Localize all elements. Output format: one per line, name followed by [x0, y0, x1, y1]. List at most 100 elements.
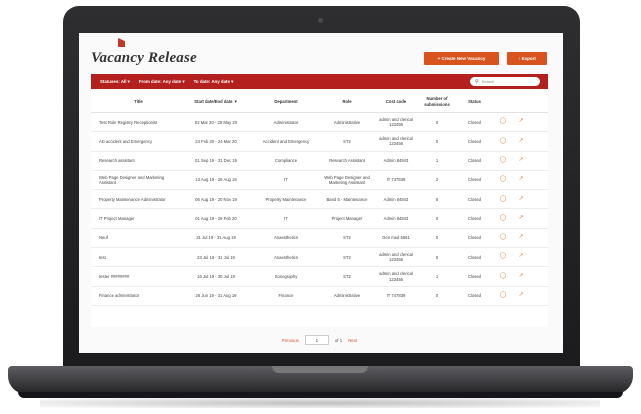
search-input[interactable]: ⚲ Search	[470, 77, 540, 86]
external-link-icon[interactable]: ↗	[512, 273, 530, 281]
header-title[interactable]: Title	[91, 99, 181, 104]
table-header: Title Start date/End date ▼ Department R…	[91, 91, 548, 113]
cell-department: Anaesthetics	[274, 254, 298, 260]
external-link-icon[interactable]: ↗	[512, 292, 530, 300]
cell-dates: 02 Mar 20 - 29 May 20	[194, 119, 238, 125]
cell-role: Administrative	[333, 119, 361, 125]
cell-cost-code: admin and clerical 123456	[379, 271, 413, 282]
laptop-notch	[272, 366, 368, 373]
pagination: Previous 1 of 1 Next	[91, 333, 548, 347]
filter-bar: Statuses: All ▾ From date: Any date ▾ To…	[91, 74, 548, 89]
table-row[interactable]: test 23 Jul 19 - 31 Jul 19 Anaesthetics …	[91, 248, 548, 268]
header-department[interactable]: Department	[251, 99, 321, 104]
cell-title: Research assistant	[99, 158, 135, 164]
cell-dates: 26 Jun 19 - 31 Aug 19	[195, 293, 237, 299]
cell-title: test	[99, 254, 106, 260]
cell-status: Closed	[467, 138, 482, 144]
header-dates[interactable]: Start date/End date ▼	[181, 99, 251, 104]
cell-dates: 06 Aug 19 - 20 Nov 19	[195, 196, 237, 202]
header-status[interactable]: Status	[455, 99, 494, 104]
vacancy-table: Title Start date/End date ▼ Department R…	[91, 91, 548, 327]
cell-cost-code: admin and clerical 123456	[379, 251, 413, 263]
create-vacancy-button[interactable]: + Create New Vacancy	[424, 52, 499, 65]
cell-department: Compliance	[274, 158, 298, 164]
cell-role: ST2	[343, 273, 351, 279]
cell-dates: 31 Jul 19 - 31 Aug 19	[196, 235, 236, 241]
table-row[interactable]: tester ######## 16 Jul 19 - 30 Jul 19 So…	[91, 267, 548, 287]
cell-title: IT Project Manager	[99, 216, 135, 221]
external-link-icon[interactable]: ↗	[512, 176, 530, 184]
cell-submissions: 0	[435, 293, 439, 299]
cell-title: Neuf	[99, 235, 108, 241]
cell-dates: 16 Jul 19 - 30 Jul 19	[197, 273, 235, 279]
external-link-icon[interactable]: ↗	[512, 157, 530, 165]
chat-bubble-icon[interactable]: ◯	[494, 118, 512, 126]
cell-cost-code: Admin 84843	[383, 216, 409, 221]
cell-submissions: 0	[435, 254, 439, 260]
cell-submissions: 1	[435, 158, 439, 164]
cell-submissions: 1	[435, 273, 439, 279]
chat-bubble-icon[interactable]: ◯	[494, 176, 512, 184]
external-link-icon[interactable]: ↗	[512, 138, 530, 146]
table-row[interactable]: Test Role Registry Receptionist 02 Mar 2…	[91, 113, 548, 133]
cell-title: Web Page Designer and Marketing Assistan…	[99, 174, 165, 186]
table-row[interactable]: AD accident and Emergency 24 Feb 20 - 24…	[91, 132, 548, 152]
to-date-filter[interactable]: To date: Any date ▾	[194, 79, 234, 85]
page-count: of 1	[334, 337, 343, 343]
header-role[interactable]: Role	[321, 99, 373, 104]
external-link-icon[interactable]: ↗	[512, 196, 530, 204]
page-number-input[interactable]: 1	[304, 335, 329, 345]
cell-role: ST2	[343, 254, 351, 260]
chat-bubble-icon[interactable]: ◯	[494, 292, 512, 300]
chat-bubble-icon[interactable]: ◯	[494, 234, 512, 242]
cell-department: Anaesthetics	[274, 235, 298, 241]
chat-bubble-icon[interactable]: ◯	[494, 196, 512, 204]
previous-page-link[interactable]: Previous	[282, 338, 299, 343]
cell-role: Project Manager	[331, 216, 363, 221]
cell-cost-code: Admin 84843	[383, 196, 409, 202]
cell-department: Finance	[278, 293, 294, 299]
next-page-link[interactable]: Next	[348, 338, 357, 343]
cell-status: Closed	[467, 119, 482, 125]
laptop-base-edge	[18, 392, 623, 398]
cell-role: ST2	[343, 138, 351, 144]
external-link-icon[interactable]: ↗	[512, 215, 530, 223]
chat-bubble-icon[interactable]: ◯	[494, 157, 512, 165]
cell-cost-code: IT 747839	[386, 177, 406, 183]
cell-status: Closed	[467, 196, 482, 202]
cell-cost-code: admin and clerical 123456	[379, 136, 413, 147]
table-row[interactable]: Neuf 31 Jul 19 - 31 Aug 19 Anaesthetics …	[91, 229, 548, 249]
export-button[interactable]: ↑ Export	[507, 52, 547, 65]
cell-title: Finance administrator	[99, 293, 140, 299]
search-placeholder: Search	[481, 79, 495, 84]
table-row[interactable]: Finance administrator 26 Jun 19 - 31 Aug…	[91, 287, 548, 306]
cell-status: Closed	[467, 158, 482, 164]
chat-bubble-icon[interactable]: ◯	[494, 273, 512, 281]
header-submissions[interactable]: Number of submissions	[419, 96, 455, 107]
cell-status: Closed	[467, 177, 482, 183]
cell-cost-code: IT 747839	[386, 293, 406, 299]
external-link-icon[interactable]: ↗	[512, 118, 530, 126]
chat-bubble-icon[interactable]: ◯	[494, 215, 512, 223]
external-link-icon[interactable]: ↗	[512, 253, 530, 261]
chat-bubble-icon[interactable]: ◯	[494, 138, 512, 146]
cell-title: tester ########	[99, 273, 130, 279]
table-row[interactable]: Research assistant 01 Sep 19 - 31 Dec 19…	[91, 152, 548, 171]
cell-title: Property Maintenance Administrator	[99, 196, 166, 202]
chat-bubble-icon[interactable]: ◯	[494, 253, 512, 261]
table-row[interactable]: IT Project Manager 01 Aug 19 - 29 Feb 20…	[91, 209, 548, 229]
table-row[interactable]: Web Page Designer and Marketing Assistan…	[91, 171, 548, 191]
camera-icon	[318, 18, 323, 23]
cell-role: Band 5 - Maintenance	[326, 196, 368, 202]
from-date-filter[interactable]: From date: Any date ▾	[139, 79, 185, 85]
cell-title: AD accident and Emergency	[99, 138, 153, 144]
header-cost-code[interactable]: Cost code	[373, 99, 419, 104]
cell-role: Web Page Designer and Marketing Assistan…	[324, 174, 370, 186]
external-link-icon[interactable]: ↗	[512, 234, 530, 242]
cell-department: Administrator	[273, 119, 299, 125]
cell-dates: 24 Feb 20 - 24 Mar 20	[195, 138, 237, 144]
screen: Vacancy Release + Create New Vacancy ↑ E…	[79, 33, 563, 353]
cell-department: Accident and Emergency	[262, 138, 310, 144]
table-row[interactable]: Property Maintenance Administrator 06 Au…	[91, 190, 548, 210]
status-filter[interactable]: Statuses: All ▾	[100, 79, 130, 85]
